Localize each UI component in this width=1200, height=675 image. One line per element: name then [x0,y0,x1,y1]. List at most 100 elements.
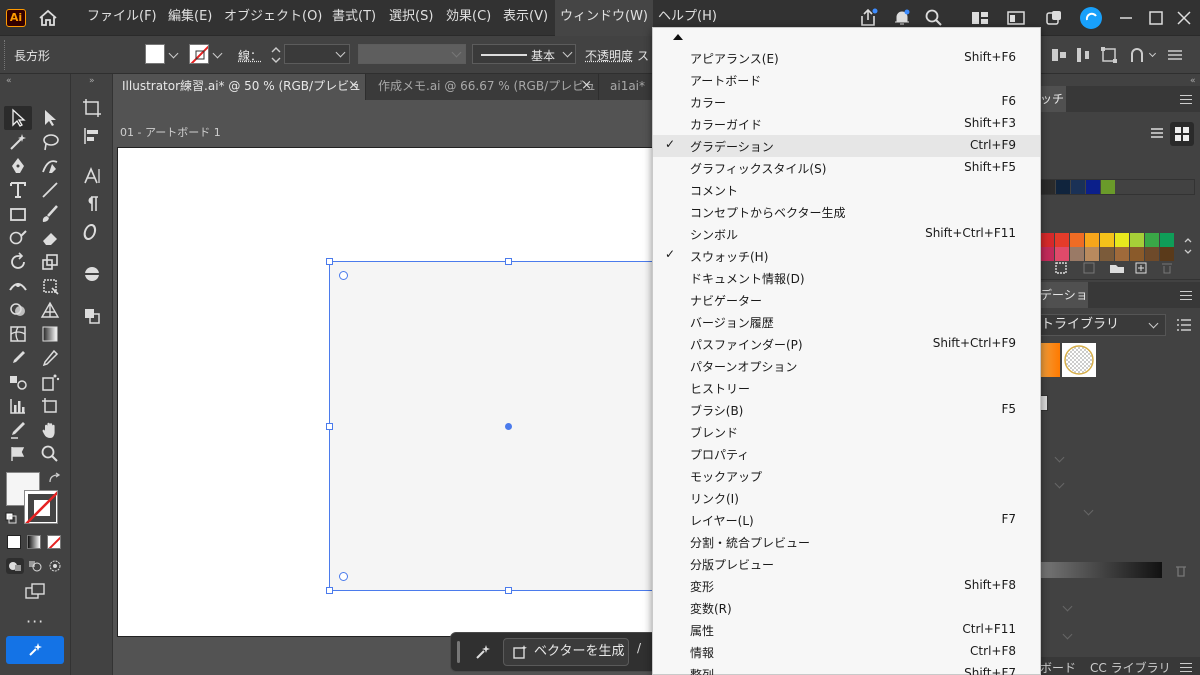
blend-tool-icon[interactable] [8,372,28,392]
control-bar-grip[interactable] [4,40,7,70]
library-select[interactable]: トライブラリ [1040,314,1166,336]
panel-toggle-icon[interactable] [1006,8,1026,28]
delete-stop-icon[interactable] [1174,564,1188,578]
color-swatch[interactable] [1160,233,1174,247]
library-list-icon[interactable] [1176,318,1192,332]
draw-behind-icon[interactable] [28,560,42,572]
paintbrush-tool-icon[interactable] [40,204,60,224]
color-swatch[interactable] [1100,247,1114,261]
dropdown-caret-4[interactable] [1062,601,1073,612]
gradient-panel-menu-icon[interactable] [1180,291,1192,300]
scroll-up-arrow-icon[interactable] [673,34,683,40]
menu-edit[interactable]: 編集(E) [163,0,217,36]
character-panel-icon[interactable] [82,166,102,186]
menu-effect[interactable]: 効果(C) [441,0,496,36]
window-menu-item[interactable]: 整列 Shift+F7 [653,663,1040,675]
share-icon[interactable] [858,8,878,28]
resize-handle-bottom-left[interactable] [326,587,333,594]
lasso-tool-icon[interactable] [40,132,60,152]
tab-creation-memo[interactable]: 作成メモ.ai @ 66.67 % (RGB/プレビュー) × [369,74,599,117]
selection-tool-icon[interactable] [8,108,28,128]
color-swatch[interactable] [1130,233,1144,247]
opentype-panel-icon[interactable] [82,222,102,242]
taskbar-grip[interactable] [457,641,460,663]
edit-toolbar-icon[interactable]: ··· [26,612,44,631]
selected-rectangle[interactable] [329,261,659,591]
shape-builder-icon[interactable] [1128,46,1146,64]
draw-normal-icon[interactable] [8,560,22,572]
color-swatch[interactable] [1071,180,1085,194]
window-menu-item[interactable]: 変数(R) [653,597,1040,619]
stroke-color-box[interactable] [24,490,58,524]
artboards-panel-icon[interactable] [82,98,102,118]
window-menu-item[interactable]: プロパティ [653,443,1040,465]
gradient-type-icon[interactable] [1040,395,1048,411]
color-swatch[interactable] [1130,247,1144,261]
perspective-grid-tool-icon[interactable] [40,300,60,320]
window-menu-item[interactable]: カラーガイド Shift+F3 [653,113,1040,135]
color-swatch[interactable] [1115,247,1129,261]
window-menu-item[interactable]: 情報 Ctrl+F8 [653,641,1040,663]
stroke-color-swatch[interactable] [189,44,209,64]
column-graph-tool-icon[interactable] [8,396,28,416]
resize-handle-top[interactable] [505,258,512,265]
curvature-tool-icon[interactable] [40,156,60,176]
menu-view[interactable]: 表示(V) [498,0,553,36]
resize-handle-left[interactable] [326,423,333,430]
align-panel-icon[interactable] [82,126,102,146]
variable-width-profile[interactable] [358,44,466,64]
scale-tool-icon[interactable] [40,252,60,272]
distribute-icon[interactable] [1074,46,1092,64]
collapse-toolbar-icon[interactable]: « [6,76,12,86]
stroke-weight-input[interactable] [284,44,350,64]
opacity-label[interactable]: 不透明度 [585,47,633,64]
color-swatch[interactable] [1115,233,1129,247]
home-icon[interactable] [37,8,59,28]
color-swatch[interactable] [1070,247,1084,261]
panel-menu-icon[interactable] [1180,95,1192,104]
rectangle-tool-icon[interactable] [8,204,28,224]
shape-builder-tool-icon[interactable] [8,300,28,320]
window-menu-item[interactable]: カラー F6 [653,91,1040,113]
style-label[interactable]: ス [637,47,649,64]
color-swatch[interactable] [1056,180,1070,194]
pen-tool-icon[interactable] [8,156,28,176]
shaper-tool-icon[interactable] [8,228,28,248]
notification-bell-icon[interactable] [892,8,912,28]
symbol-sprayer-tool-icon[interactable] [40,372,60,392]
window-menu-item[interactable]: 分割・統合プレビュー [653,531,1040,553]
color-swatch[interactable] [1040,247,1054,261]
default-fill-stroke-icon[interactable] [5,512,17,524]
plugins-icon[interactable] [1044,8,1064,28]
line-segment-tool-icon[interactable] [40,180,60,200]
dropdown-caret-3[interactable] [1083,505,1094,516]
creative-cloud-avatar-icon[interactable] [1079,6,1103,30]
menu-type[interactable]: 書式(T) [327,0,381,36]
screen-mode-icon[interactable] [24,582,46,600]
paragraph-panel-icon[interactable] [82,194,102,214]
color-swatch[interactable] [1085,247,1099,261]
swap-fill-stroke-icon[interactable] [48,472,62,484]
color-swatch[interactable] [1041,180,1055,194]
generate-vectors-button[interactable]: ベクターを生成 [503,638,629,666]
grid-view-icon[interactable] [1173,125,1191,143]
hand-tool-icon[interactable] [40,420,60,440]
color-swatch[interactable] [1055,233,1069,247]
none-mode-icon[interactable] [47,535,61,549]
zoom-tool-icon[interactable] [40,444,60,464]
gradient-swatch-orange[interactable] [1040,343,1060,377]
window-menu-item[interactable]: リンク(I) [653,487,1040,509]
window-menu-item[interactable]: アートボード [653,69,1040,91]
menu-window[interactable]: ウィンドウ(W) [555,0,653,36]
window-menu-item[interactable]: バージョン履歴 [653,311,1040,333]
stroke-weight-stepper-icon[interactable] [270,45,282,65]
color-swatch[interactable] [1100,233,1114,247]
window-menu-item[interactable]: 分版プレビュー [653,553,1040,575]
width-tool-icon[interactable] [8,276,28,296]
close-tab-icon[interactable]: × [348,74,359,98]
fill-dropdown-caret[interactable] [168,48,179,59]
window-menu-item[interactable]: コメント [653,179,1040,201]
dropdown-caret-2[interactable] [1054,478,1065,489]
stroke-weight-label[interactable]: 線： [238,47,262,64]
color-swatch[interactable] [1145,247,1159,261]
